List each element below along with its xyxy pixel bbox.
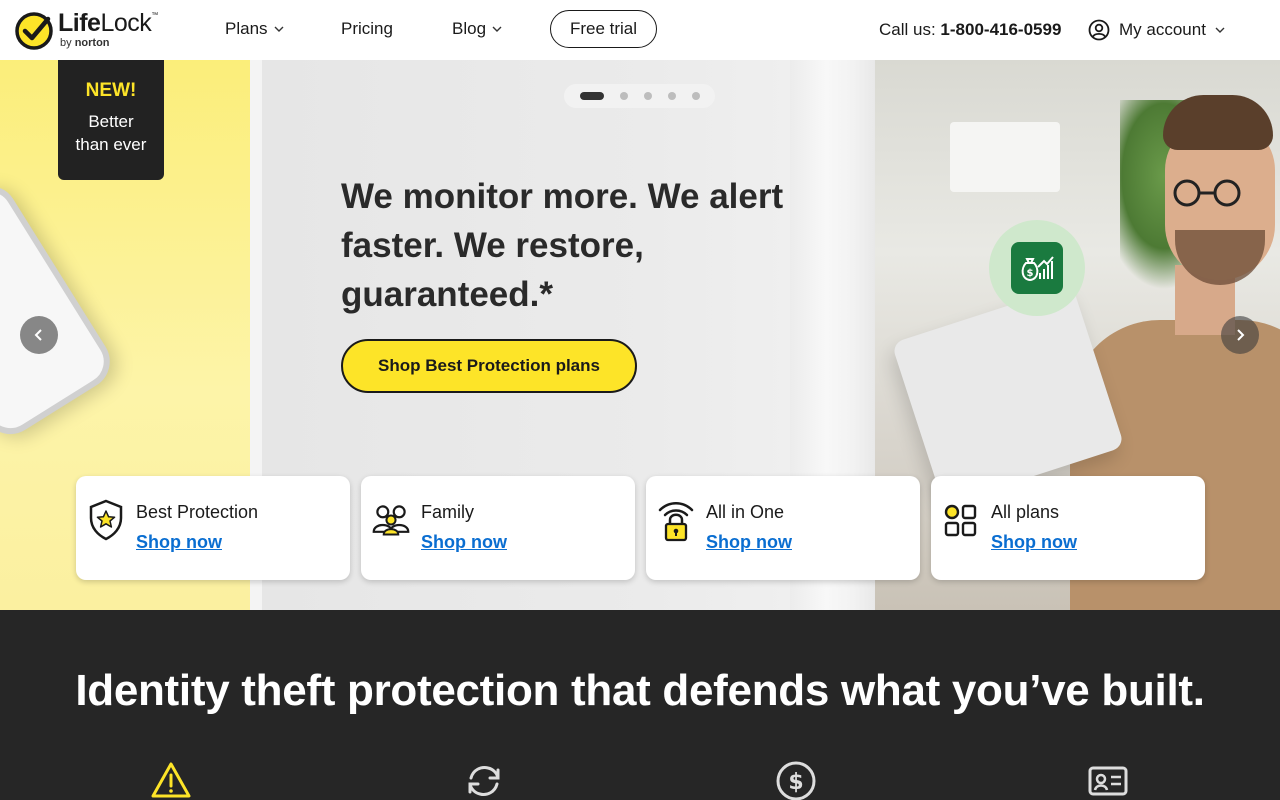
- new-badge: NEW! Better than ever: [58, 60, 164, 180]
- nav-pricing[interactable]: Pricing: [341, 19, 393, 39]
- shop-best-protection-button[interactable]: Shop Best Protection plans: [341, 339, 637, 393]
- user-circle-icon: [1088, 19, 1110, 41]
- glasses-icon: [1173, 179, 1241, 207]
- refresh-icon: [468, 766, 500, 796]
- carousel-dot-4[interactable]: [667, 92, 676, 100]
- features-section: Identity theft protection that defends w…: [0, 610, 1280, 800]
- carousel-indicators: [564, 84, 715, 108]
- plan-card-all-plans[interactable]: All plans Shop now: [931, 476, 1205, 580]
- chevron-down-icon: [274, 26, 284, 32]
- plan-card-title: Best Protection: [136, 502, 259, 522]
- chevron-right-icon: [1237, 329, 1245, 341]
- carousel-dot-5[interactable]: [691, 92, 700, 100]
- hero-window-unit: [950, 122, 1060, 192]
- plan-card-title: All in One: [706, 502, 785, 522]
- person-hair: [1163, 95, 1273, 150]
- carousel-prev-button[interactable]: [20, 316, 58, 354]
- svg-text:$: $: [788, 770, 803, 795]
- id-card-icon: [1088, 766, 1128, 796]
- svg-text:$: $: [1027, 268, 1034, 279]
- call-us-label: Call us:: [879, 20, 936, 39]
- shop-now-link[interactable]: Shop now: [706, 532, 792, 553]
- new-badge-line2: than ever: [75, 135, 147, 154]
- new-badge-line1: Better: [88, 112, 134, 131]
- section-title: Identity theft protection that defends w…: [75, 666, 1205, 715]
- carousel-next-button[interactable]: [1221, 316, 1259, 354]
- carousel-dot-1[interactable]: [579, 92, 604, 100]
- my-account-label: My account: [1119, 20, 1206, 39]
- free-trial-button[interactable]: Free trial: [550, 10, 657, 48]
- carousel-dot-3[interactable]: [643, 92, 652, 100]
- new-badge-label: NEW!: [85, 80, 137, 101]
- chevron-down-icon: [492, 26, 502, 32]
- site-header: LifeLock™ by norton Plans Pricing Blog F…: [0, 0, 1280, 60]
- hero-headline: We monitor more. We alert faster. We res…: [341, 177, 784, 314]
- plan-card-title: All plans: [991, 502, 1060, 522]
- logo-wordmark: LifeLock™: [58, 9, 158, 37]
- wifi-lock-icon: [658, 502, 694, 542]
- shop-now-link[interactable]: Shop now: [991, 532, 1077, 553]
- phone-number-link[interactable]: 1-800-416-0599: [940, 20, 1061, 39]
- nav-blog[interactable]: Blog: [452, 19, 502, 39]
- call-us: Call us: 1-800-416-0599: [879, 20, 1061, 40]
- chevron-down-icon: [1215, 27, 1225, 33]
- shop-now-link[interactable]: Shop now: [421, 532, 507, 553]
- lifelock-logo[interactable]: LifeLock™ by norton: [14, 9, 184, 53]
- plan-card-best-protection[interactable]: Best Protection Shop now: [76, 476, 350, 580]
- shield-star-icon: [89, 499, 123, 541]
- dollar-icon: $: [776, 761, 816, 800]
- nav-pricing-label: Pricing: [341, 19, 393, 38]
- warning-icon: [151, 762, 191, 798]
- logo-byline: by norton: [60, 37, 110, 49]
- nav-plans[interactable]: Plans: [225, 19, 284, 39]
- money-bag-chart-icon: $: [1021, 256, 1054, 282]
- lifelock-check-icon: [15, 12, 53, 50]
- carousel-dot-2[interactable]: [619, 92, 628, 100]
- my-account-menu[interactable]: My account: [1088, 19, 1225, 41]
- chevron-left-icon: [34, 329, 42, 341]
- nav-plans-label: Plans: [225, 19, 268, 38]
- hero-carousel: NEW! Better than ever We monitor more. W…: [0, 60, 1280, 610]
- money-growth-icon: $: [1011, 242, 1063, 294]
- family-icon: [372, 505, 410, 536]
- plan-card-family[interactable]: Family Shop now: [361, 476, 635, 580]
- grid-icon: [944, 504, 977, 537]
- shop-now-link[interactable]: Shop now: [136, 532, 222, 553]
- money-growth-badge: $: [989, 220, 1085, 316]
- plan-card-title: Family: [421, 502, 474, 522]
- plan-card-all-in-one[interactable]: All in One Shop now: [646, 476, 920, 580]
- nav-blog-label: Blog: [452, 19, 487, 38]
